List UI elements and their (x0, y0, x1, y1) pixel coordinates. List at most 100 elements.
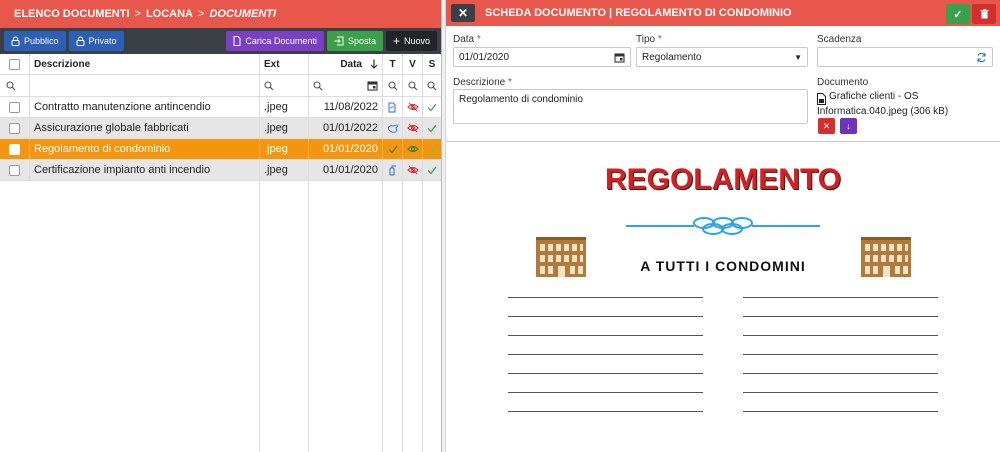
filter-row (0, 75, 441, 97)
row-status-cell (423, 139, 441, 159)
document-preview: REGOLAMENTO A TUTTI I CONDOMINI (446, 143, 1000, 452)
row-ext: .jpeg (260, 118, 309, 138)
search-icon (407, 80, 417, 90)
pubblico-button[interactable]: Pubblico (4, 31, 66, 51)
lock-icon (76, 36, 85, 46)
preview-lines-left (508, 297, 703, 430)
filter-search-cell[interactable] (0, 75, 30, 96)
row-status-cell (423, 118, 441, 138)
column-divider (308, 180, 309, 452)
filter-s[interactable] (423, 75, 441, 96)
documento-filename-line2: Informatica.040.jpeg (306 kB) (817, 106, 949, 117)
breadcrumb-documenti: DOCUMENTI (209, 8, 277, 20)
select-all-checkbox[interactable] (9, 58, 20, 70)
row-checkbox-cell (0, 118, 30, 138)
data-label: Data * (453, 34, 481, 45)
table-row[interactable]: Assicurazione globale fabbricati .jpeg 0… (0, 118, 441, 139)
table-row-selected[interactable]: Regolamento di condominio .jpeg 01/01/20… (0, 139, 441, 160)
sposta-button[interactable]: Sposta (326, 31, 383, 51)
row-status-cell (423, 160, 441, 180)
row-descrizione: Certificazione impianto anti incendio (30, 160, 260, 180)
document-detail-panel: ✕ SCHEDA DOCUMENTO | REGOLAMENTO DI COND… (446, 0, 1000, 452)
eye-slash-icon[interactable] (406, 102, 419, 112)
row-checkbox[interactable] (9, 143, 20, 155)
search-icon (313, 80, 323, 90)
privato-button[interactable]: Privato (68, 31, 124, 51)
detail-header: ✕ SCHEDA DOCUMENTO | REGOLAMENTO DI COND… (446, 0, 1000, 26)
row-checkbox-cell (0, 139, 30, 159)
download-document-button[interactable]: ↓ (840, 118, 857, 134)
table-empty-area (0, 180, 441, 452)
header-ext[interactable]: Ext (260, 54, 309, 74)
detail-form: Data * 01/01/2020 Tipo * Regolamento ▼ S… (446, 26, 1000, 142)
detail-title: SCHEDA DOCUMENTO | REGOLAMENTO DI CONDOM… (485, 7, 792, 19)
header-v[interactable]: V (403, 54, 423, 74)
documento-label: Documento (817, 77, 869, 88)
filter-t[interactable] (383, 75, 403, 96)
select-all-cell (0, 54, 30, 74)
descrizione-textarea[interactable]: Regolamento di condominio (453, 89, 808, 124)
table-row[interactable]: Certificazione impianto anti incendio .j… (0, 160, 441, 181)
calendar-icon[interactable] (367, 80, 378, 91)
confirm-button[interactable]: ✓ (946, 4, 970, 24)
row-type-cell (383, 118, 403, 138)
search-icon (387, 80, 397, 90)
eye-icon[interactable] (406, 144, 419, 154)
scadenza-field[interactable] (817, 47, 993, 67)
descrizione-label: Descrizione * (453, 77, 512, 88)
filter-descrizione[interactable] (30, 75, 260, 96)
row-data: 01/01/2020 (309, 160, 383, 180)
nuovo-button[interactable]: + Nuovo (385, 31, 437, 51)
delete-button[interactable] (972, 4, 996, 24)
row-checkbox-cell (0, 160, 30, 180)
row-descrizione: Assicurazione globale fabbricati (30, 118, 260, 138)
preview-lines-right (743, 297, 938, 430)
row-checkbox[interactable] (9, 122, 20, 134)
remove-document-button[interactable]: ✕ (818, 118, 835, 134)
rope-ornament (626, 217, 820, 235)
filter-v[interactable] (403, 75, 423, 96)
breadcrumb-locana[interactable]: LOCANA (146, 8, 193, 20)
column-divider (422, 180, 423, 452)
row-visibility-cell (403, 118, 423, 138)
header-data: Data (340, 58, 362, 70)
document-sync-icon (388, 102, 396, 112)
calendar-icon[interactable] (614, 52, 625, 63)
refresh-icon[interactable] (976, 52, 987, 63)
data-field[interactable]: 01/01/2020 (453, 47, 631, 67)
tipo-value: Regolamento (642, 51, 702, 63)
privato-label: Privato (88, 36, 117, 46)
search-icon (6, 80, 16, 90)
close-button[interactable]: ✕ (451, 4, 475, 22)
table-row[interactable]: Contratto manutenzione antincendio .jpeg… (0, 97, 441, 118)
eye-slash-icon[interactable] (406, 123, 419, 133)
eye-slash-icon[interactable] (406, 165, 419, 175)
header-data-cell[interactable]: Data (309, 54, 383, 74)
plus-icon: + (392, 34, 400, 48)
check-icon (427, 145, 437, 153)
carica-documenti-button[interactable]: Carica Documenti (226, 31, 324, 51)
column-divider (382, 180, 383, 452)
hand-icon (387, 123, 398, 133)
row-visibility-cell (403, 139, 423, 159)
row-ext: .jpeg (260, 139, 309, 159)
row-checkbox[interactable] (9, 164, 20, 176)
row-data: 01/01/2022 (309, 118, 383, 138)
data-value: 01/01/2020 (459, 51, 510, 63)
row-data: 11/08/2022 (309, 97, 383, 117)
scadenza-label: Scadenza (817, 34, 862, 45)
header-descrizione[interactable]: Descrizione (30, 54, 260, 74)
tipo-select[interactable]: Regolamento ▼ (636, 47, 808, 67)
extinguisher-icon (389, 165, 396, 175)
filter-data[interactable] (309, 75, 383, 96)
carica-documenti-label: Carica Documenti (245, 36, 317, 46)
header-s[interactable]: S (423, 54, 441, 74)
row-descrizione: Contratto manutenzione antincendio (30, 97, 260, 117)
filter-ext[interactable] (260, 75, 309, 96)
check-icon: ✓ (953, 8, 963, 21)
trash-icon (980, 9, 988, 19)
header-t[interactable]: T (383, 54, 403, 74)
breadcrumb-elenco[interactable]: ELENCO DOCUMENTI (14, 8, 130, 20)
documento-file-info[interactable]: Grafiche clienti - OS Informatica.040.jp… (817, 90, 948, 118)
row-checkbox[interactable] (9, 101, 20, 113)
